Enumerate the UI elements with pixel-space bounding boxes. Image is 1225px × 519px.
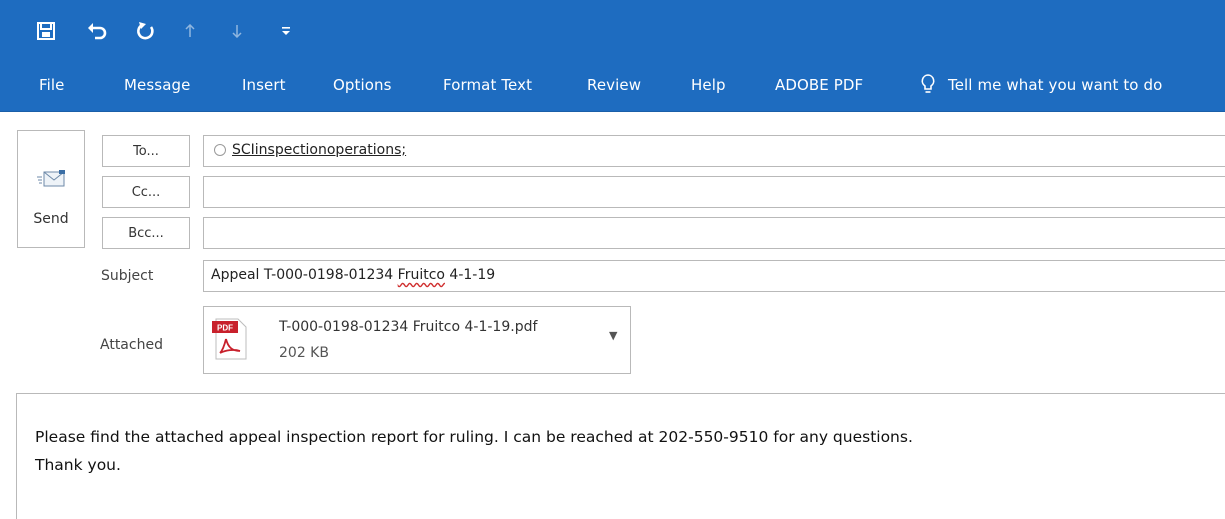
arrow-up-icon[interactable]	[183, 18, 197, 44]
attachment-size: 202 KB	[279, 345, 329, 361]
body-line-2: Thank you.	[35, 456, 121, 474]
attached-label: Attached	[100, 337, 163, 353]
redo-icon[interactable]	[135, 18, 157, 44]
subject-value: Appeal T-000-0198-01234 Fruitco 4-1-19	[211, 267, 496, 283]
tab-review[interactable]: Review	[587, 76, 641, 94]
tab-message[interactable]: Message	[124, 76, 190, 94]
bcc-button[interactable]: Bcc...	[102, 217, 190, 249]
tab-format-text[interactable]: Format Text	[443, 76, 532, 94]
send-label: Send	[33, 211, 69, 227]
arrow-down-icon[interactable]	[230, 18, 244, 44]
customize-qat-icon[interactable]	[280, 18, 292, 44]
subject-field[interactable]: Appeal T-000-0198-01234 Fruitco 4-1-19	[203, 260, 1225, 292]
to-field[interactable]: SCIinspectionoperations;	[203, 135, 1225, 167]
message-body[interactable]: Please find the attached appeal inspecti…	[16, 393, 1225, 519]
chevron-down-icon[interactable]: ▼	[609, 329, 617, 342]
tab-file[interactable]: File	[39, 76, 65, 94]
presence-icon	[214, 144, 226, 156]
send-button[interactable]: Send	[17, 130, 85, 248]
subject-label: Subject	[101, 268, 154, 284]
recipient-name: SCIinspectionoperations;	[232, 142, 407, 158]
body-line-1: Please find the attached appeal inspecti…	[35, 428, 913, 446]
undo-icon[interactable]	[86, 18, 108, 44]
bcc-field[interactable]	[203, 217, 1225, 249]
tab-adobe-pdf[interactable]: ADOBE PDF	[775, 76, 863, 94]
cc-field[interactable]	[203, 176, 1225, 208]
cc-button[interactable]: Cc...	[102, 176, 190, 208]
tab-help[interactable]: Help	[691, 76, 726, 94]
tab-options[interactable]: Options	[333, 76, 392, 94]
recipient-chip[interactable]: SCIinspectionoperations;	[214, 142, 406, 158]
attachment-filename: T-000-0198-01234 Fruitco 4-1-19.pdf	[279, 319, 538, 335]
pdf-file-icon: PDF	[212, 318, 247, 360]
ribbon-tab-bar: File Message Insert Options Format Text …	[0, 60, 1225, 112]
send-envelope-icon	[37, 170, 65, 187]
lightbulb-icon[interactable]	[920, 73, 936, 99]
attachment-card[interactable]: PDF T-000-0198-01234 Fruitco 4-1-19.pdf …	[203, 306, 631, 374]
save-icon[interactable]	[36, 18, 56, 44]
quick-access-toolbar	[0, 0, 1225, 60]
tab-insert[interactable]: Insert	[242, 76, 286, 94]
tell-me-search[interactable]: Tell me what you want to do	[948, 76, 1162, 94]
pdf-badge: PDF	[217, 324, 233, 333]
to-button[interactable]: To...	[102, 135, 190, 167]
